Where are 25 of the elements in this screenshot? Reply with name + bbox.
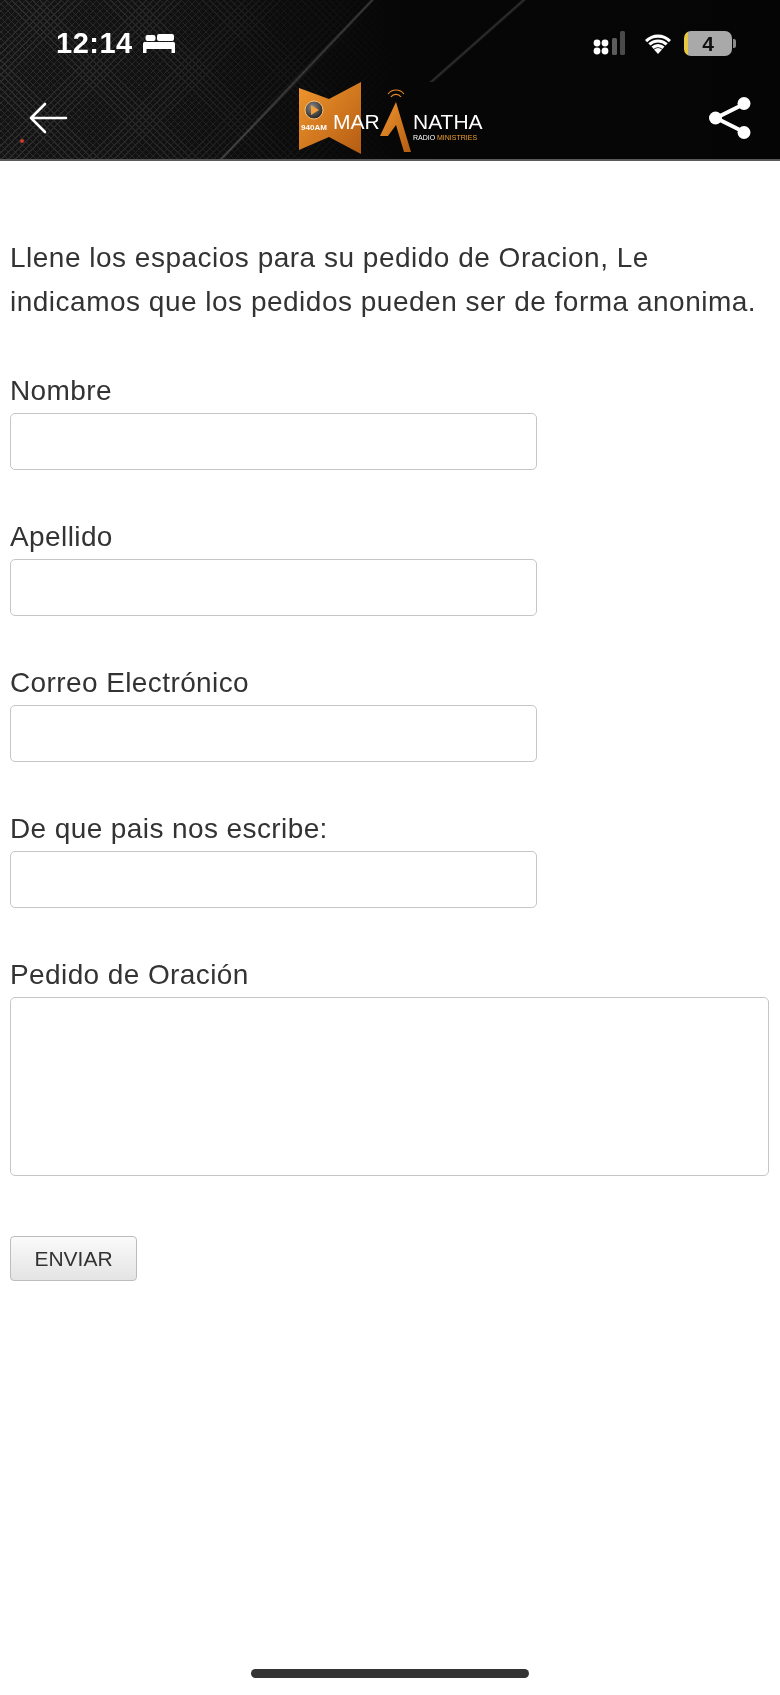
battery-indicator: 4 [684,30,736,56]
back-button[interactable] [28,101,68,134]
share-button[interactable] [708,95,752,140]
input-field[interactable] [10,559,537,616]
status-dot-icon [20,139,24,143]
input-field[interactable] [10,413,537,470]
field-label: Pedido de Oración [10,958,249,992]
logo-text: 940AM [301,123,327,132]
field-label: Correo Electrónico [10,666,250,700]
submit-button[interactable]: ENVIAR [10,1236,137,1281]
bed-icon [142,33,175,53]
field-label: Nombre [10,374,112,408]
radio-tower-icon [380,89,411,152]
text-area[interactable] [10,997,769,1176]
status-time: 12:14 [56,26,133,60]
input-field[interactable] [10,705,537,762]
share-icon [708,95,752,140]
back-arrow-icon [28,101,68,134]
signal-icon [593,31,628,55]
wifi-icon [644,32,672,54]
field-label: Apellido [10,520,113,554]
input-field[interactable] [10,851,537,908]
field-label: De que pais nos escribe: [10,812,328,846]
logo-text: NATHA [413,110,483,133]
intro-text: Llene los espacios para su pedido de Oracion, Le indicamos que los pedidos pueden ser de forma anonima. [10,241,758,319]
